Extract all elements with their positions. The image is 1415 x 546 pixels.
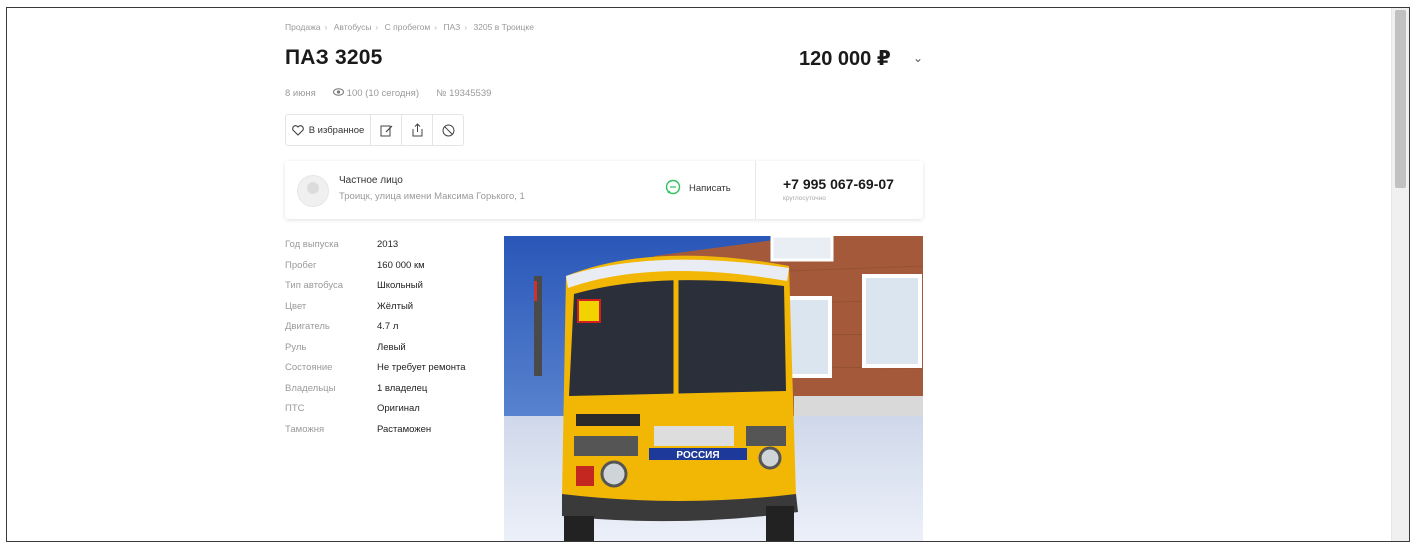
spec-value: Школьный bbox=[377, 280, 423, 291]
avatar bbox=[297, 175, 329, 207]
write-message-label: Написать bbox=[689, 183, 731, 194]
spec-row: Таможня Растаможен bbox=[285, 424, 466, 445]
scrollbar[interactable] bbox=[1391, 8, 1409, 541]
phone-number[interactable]: +7 995 067-69-07 bbox=[783, 176, 894, 192]
heart-icon bbox=[291, 124, 304, 136]
seller-address: Троицк, улица имени Максима Горького, 1 bbox=[339, 191, 525, 202]
spec-value: 2013 bbox=[377, 239, 399, 250]
breadcrumb-item[interactable]: ПАЗ bbox=[443, 22, 460, 32]
spec-value: Не требует ремонта bbox=[377, 362, 466, 373]
breadcrumb-item[interactable]: 3205 в Троицке bbox=[473, 22, 533, 32]
spec-value: 1 владелец bbox=[377, 382, 428, 394]
spec-row: Цвет Жёлтый bbox=[285, 301, 466, 322]
breadcrumb-item[interactable]: С пробегом bbox=[385, 22, 431, 32]
spec-key: Таможня bbox=[285, 423, 325, 435]
write-message-button[interactable]: Написать bbox=[665, 179, 731, 198]
spec-row: Тип автобуса Школьный bbox=[285, 280, 466, 301]
spec-key: Тип автобуса bbox=[285, 280, 344, 291]
eye-icon bbox=[333, 88, 345, 99]
chat-icon bbox=[665, 179, 681, 198]
spec-value: 160 000 км bbox=[377, 259, 425, 271]
spec-key: Пробег bbox=[285, 259, 317, 271]
spec-row: Владельцы 1 владелец bbox=[285, 383, 466, 404]
action-bar: В избранное bbox=[285, 114, 464, 146]
spec-key: Состояние bbox=[285, 362, 333, 373]
spec-key: Владельцы bbox=[285, 382, 336, 394]
breadcrumb-item[interactable]: Автобусы bbox=[334, 22, 372, 32]
bus-plate-text: РОССИЯ bbox=[676, 450, 719, 461]
spec-row: Двигатель 4.7 л bbox=[285, 321, 466, 342]
edit-button[interactable] bbox=[371, 115, 402, 145]
share-button[interactable] bbox=[402, 115, 433, 145]
spec-value: Жёлтый bbox=[377, 300, 414, 312]
page-title: ПАЗ 3205 bbox=[285, 46, 383, 69]
spec-key: Двигатель bbox=[285, 321, 330, 332]
listing-photo[interactable]: РОССИЯ bbox=[504, 236, 923, 541]
spec-value: 4.7 л bbox=[377, 321, 399, 332]
price[interactable]: 120 000 ₽ bbox=[799, 46, 891, 71]
breadcrumb-item[interactable]: Продажа bbox=[285, 22, 320, 32]
listing-date: 8 июня bbox=[285, 88, 316, 99]
specs-table: Год выпуска 2013 Пробег 160 000 км Тип авт… bbox=[285, 239, 466, 444]
spec-key: Руль bbox=[285, 341, 307, 353]
spec-key: Цвет bbox=[285, 300, 307, 312]
scrollbar-thumb[interactable] bbox=[1395, 10, 1406, 188]
favorite-label: В избранное bbox=[308, 124, 365, 136]
listing-meta: 8 июня 100 (10 сегодня) № 19345539 bbox=[285, 88, 491, 99]
divider bbox=[755, 161, 756, 219]
spec-key: ПТС bbox=[285, 403, 305, 414]
favorite-button[interactable]: В избранное bbox=[286, 115, 371, 145]
seller-name[interactable]: Частное лицо bbox=[339, 175, 403, 186]
spec-value: Растаможен bbox=[377, 423, 432, 435]
block-icon bbox=[442, 124, 455, 137]
bus-photo-illustration: РОССИЯ bbox=[504, 236, 923, 541]
spec-row: Состояние Не требует ремонта bbox=[285, 362, 466, 383]
listing-number: № 19345539 bbox=[436, 88, 492, 99]
views-count: 100 (10 сегодня) bbox=[346, 88, 419, 99]
spec-value: Оригинал bbox=[377, 403, 420, 414]
spec-row: Пробег 160 000 км bbox=[285, 260, 466, 281]
block-button[interactable] bbox=[433, 115, 463, 145]
spec-key: Год выпуска bbox=[285, 239, 339, 250]
spec-value: Левый bbox=[377, 341, 406, 353]
spec-row: Руль Левый bbox=[285, 342, 466, 363]
breadcrumb: Продажа › Автобусы › С пробегом › ПАЗ › 3205… bbox=[285, 22, 534, 32]
seller-card: Частное лицо Троицк, улица имени Максима… bbox=[285, 161, 923, 219]
spec-row: Год выпуска 2013 bbox=[285, 239, 466, 260]
spec-row: ПТС Оригинал bbox=[285, 403, 466, 424]
chevron-down-icon[interactable]: ⌄ bbox=[913, 51, 923, 65]
browser-viewport: Продажа › Автобусы › С пробегом › ПАЗ › 3205… bbox=[6, 7, 1410, 542]
share-icon bbox=[411, 123, 424, 137]
phone-availability: круглосуточно bbox=[783, 195, 826, 202]
edit-icon bbox=[380, 124, 393, 137]
